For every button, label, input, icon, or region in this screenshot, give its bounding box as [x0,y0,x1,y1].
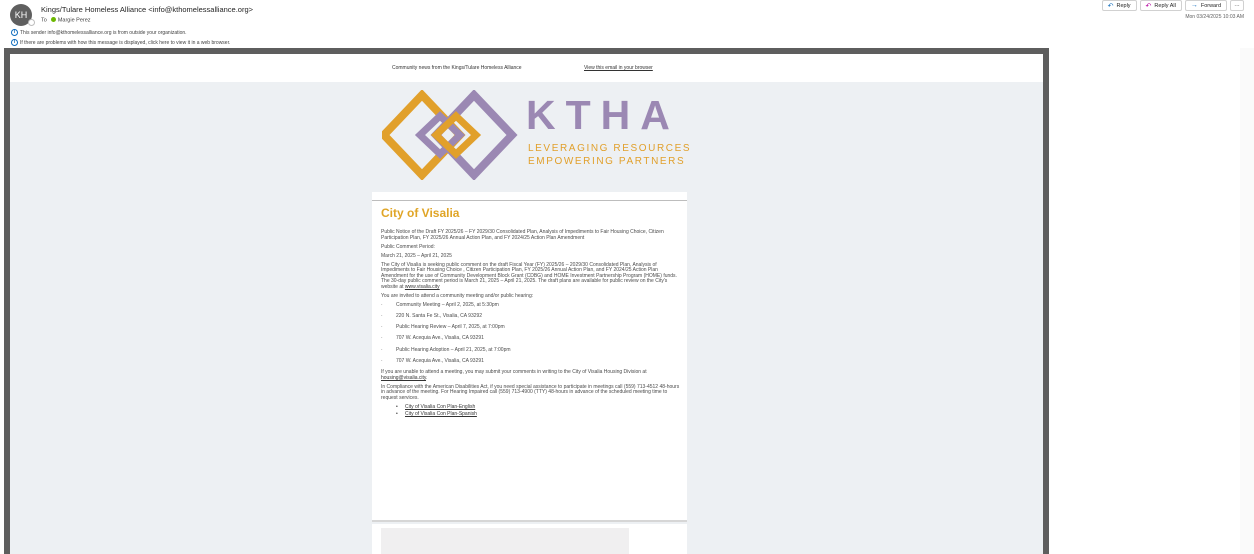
reply-all-button[interactable]: ↶ Reply All [1139,0,1182,11]
received-timestamp: Mon 03/24/2025 10:03 AM [1185,14,1244,20]
forward-icon: → [1190,2,1198,9]
meeting-item: 220 N. Santa Fe St., Visalia, CA 93292 [381,313,680,320]
meeting-item: Public Hearing Review – April 7, 2025, a… [381,325,680,331]
recipient-presence-icon [50,17,56,22]
con-plan-spanish-link[interactable]: City of Visalia Con Plan-Spanish [396,412,680,418]
comment-period-dates: March 21, 2025 – April 21, 2025 [381,252,452,259]
reply-icon: ↶ [1107,2,1114,10]
logo-tagline-line1: LEVERAGING RESOURCES [528,143,692,154]
display-notice-text[interactable]: If there are problems with how this mess… [20,40,230,46]
announcement-card: City of Visalia Public Notice of the Dra… [372,192,687,522]
preheader-text: Community news from the Kings/Tulare Hom… [392,65,522,71]
card-divider [372,200,687,201]
message-actions: ↶ Reply ↶ Reply All → Forward ··· [1101,0,1244,11]
meeting-item: 707 W. Acequia Ave., Visalia, CA 93291 [381,336,680,342]
ktha-logo: KTHA LEVERAGING RESOURCES EMPOWERING PAR… [382,90,690,180]
housing-email-link[interactable]: housing@visalia.city [381,375,426,381]
presence-indicator [28,19,35,26]
written-comments-text: If you are unable to attend a meeting, y… [381,369,647,381]
external-notice-text: This sender info@kthomelessalliance.org … [20,29,187,36]
website-link[interactable]: www.visalia.city [405,284,440,290]
con-plan-english-link[interactable]: City of Visalia Con Plan-English [396,405,680,411]
reply-all-label: Reply All [1154,2,1176,9]
forward-button[interactable]: → Forward [1184,0,1227,11]
notice-body: The City of Visalia is seeking public co… [381,262,680,291]
view-in-browser-link[interactable]: View this email in your browser [584,65,653,71]
reading-pane-scrollbar[interactable] [1240,48,1254,554]
more-actions-button[interactable]: ··· [1230,0,1244,11]
logo-tagline-line2: EMPOWERING PARTNERS [528,156,686,167]
section-image [381,528,629,554]
email-content: Community news from the Kings/Tulare Hom… [10,54,1043,554]
reply-all-icon: ↶ [1145,2,1152,10]
forward-label: Forward [1200,2,1221,9]
invite-text: You are invited to attend a community me… [381,292,534,299]
more-icon: ··· [1234,2,1240,9]
plan-links: City of Visalia Con Plan-English City of… [381,405,680,418]
info-icon: i [11,29,18,36]
logo-wordmark: KTHA [526,92,680,138]
message-header: KH Kings/Tulare Homeless Alliance <info@… [0,0,1254,48]
reply-label: Reply [1116,2,1131,9]
ada-notice: In Compliance with the American Disabili… [381,383,680,401]
card-title: City of Visalia [381,206,460,220]
recipient-line: To Margie Perez [41,17,91,23]
info-icon: i [11,39,18,46]
notice-intro: Public Notice of the Draft FY 2025/26 – … [381,229,664,241]
preheader-bar: Community news from the Kings/Tulare Hom… [10,54,1043,82]
logo-diamonds-icon [382,90,518,180]
comment-period-label: Public Comment Period: [381,243,435,250]
recipient-name[interactable]: Margie Perez [58,17,91,23]
meeting-item: 707 W. Acequia Ave., Visalia, CA 93291 [381,358,680,365]
sender-name[interactable]: Kings/Tulare Homeless Alliance <info@kth… [41,5,253,14]
reply-button[interactable]: ↶ Reply [1101,0,1137,11]
email-body-frame: Community news from the Kings/Tulare Hom… [4,48,1049,554]
display-problem-notice[interactable]: i If there are problems with how this me… [11,39,230,46]
meeting-item: Public Hearing Adoption – April 21, 2025… [381,347,680,354]
to-label: To [41,17,47,24]
external-sender-notice: i This sender info@kthomelessalliance.or… [11,29,187,36]
next-section-card [372,524,687,554]
meeting-item: Community Meeting – April 2, 2025, at 5:… [381,302,680,309]
